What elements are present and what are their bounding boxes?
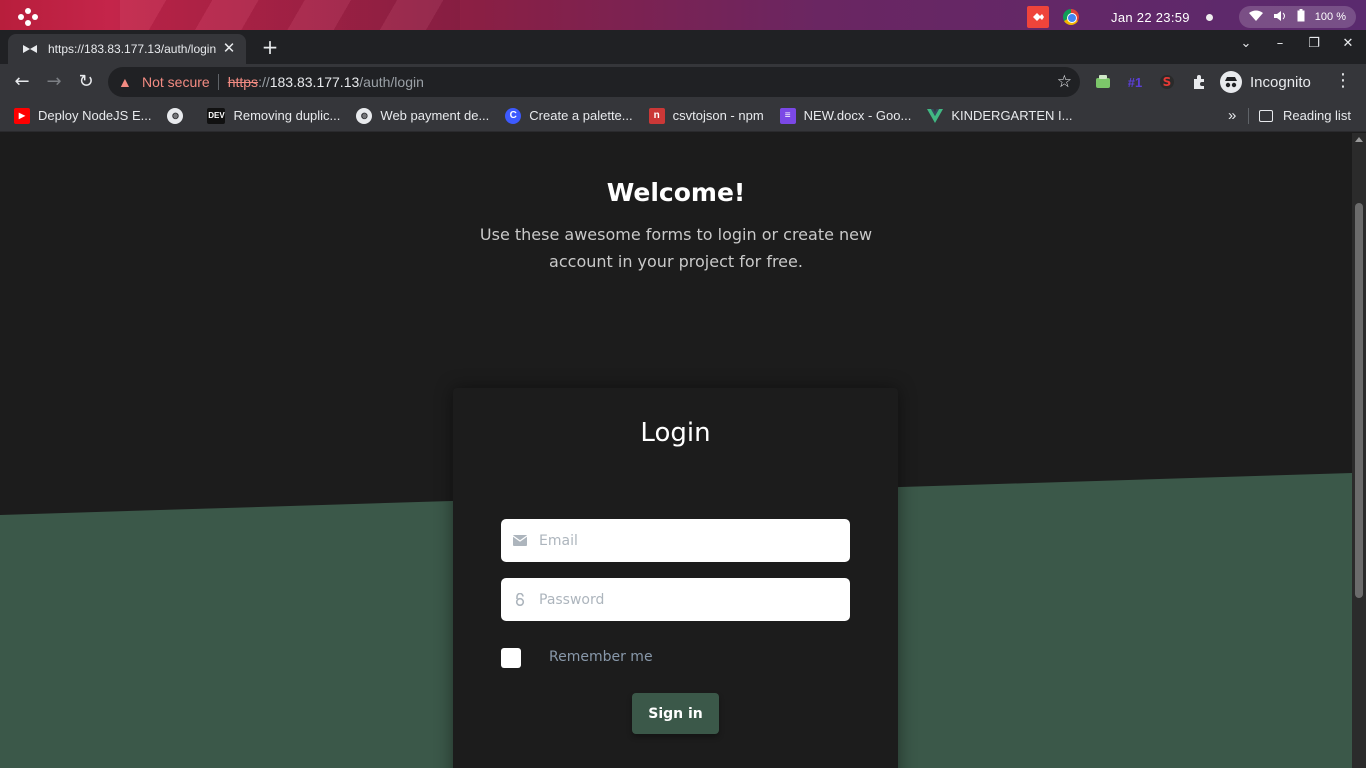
bookmark-label: Create a palette... <box>529 108 633 123</box>
remember-me-checkbox[interactable] <box>501 648 521 668</box>
npm-icon: n <box>648 107 665 124</box>
page-scrollbar[interactable] <box>1352 133 1366 768</box>
browser-tab[interactable]: https://183.83.177.13/auth/login ✕ <box>8 34 246 64</box>
anydesk-icon[interactable] <box>1027 6 1050 28</box>
bookmark-item[interactable]: n csvtojson - npm <box>648 107 764 124</box>
docs-icon: ≡ <box>779 107 796 124</box>
tab-title: https://183.83.177.13/auth/login <box>48 42 217 56</box>
notification-dot <box>1205 13 1213 21</box>
page-content: Welcome! Use these awesome forms to logi… <box>0 133 1352 768</box>
bookmark-label: Removing duplic... <box>233 108 341 123</box>
not-secure-label[interactable]: Not secure <box>142 74 210 90</box>
tab-search-icon[interactable]: ⌄ <box>1238 36 1254 51</box>
chrome-menu-icon[interactable]: ⋮ <box>1334 70 1352 91</box>
scroll-up-arrow-icon[interactable] <box>1355 137 1363 142</box>
forward-arrow-icon[interactable]: → <box>42 70 66 94</box>
maximize-icon[interactable]: ❐ <box>1306 36 1322 51</box>
chrome-icon[interactable] <box>1063 9 1080 25</box>
globe-icon: ◍ <box>356 107 373 124</box>
coolors-icon: C <box>505 107 522 124</box>
extension-red-s-icon[interactable]: S <box>1157 72 1177 92</box>
tab-strip: https://183.83.177.13/auth/login ✕ + ⌄ –… <box>0 30 1366 64</box>
password-input[interactable] <box>539 591 829 608</box>
address-bar[interactable]: ▲ Not secure https :// 183.83.177.13 /au… <box>108 67 1080 97</box>
extension-green-icon[interactable] <box>1093 72 1113 92</box>
extensions-puzzle-icon[interactable] <box>1189 72 1209 92</box>
address-divider <box>217 74 219 90</box>
email-field[interactable] <box>501 519 850 562</box>
volume-icon <box>1273 10 1287 25</box>
remember-me-label[interactable]: Remember me <box>549 649 653 665</box>
svg-text:S: S <box>1163 75 1172 89</box>
lock-icon <box>513 593 527 607</box>
welcome-heading: Welcome! <box>606 178 746 207</box>
extension-badge-icon[interactable]: #1 <box>1125 72 1145 92</box>
bookmark-label: csvtojson - npm <box>672 108 764 123</box>
bookmark-item[interactable]: DEV Removing duplic... <box>207 107 341 124</box>
os-menu-icon[interactable] <box>16 7 40 27</box>
globe-icon: ◍ <box>167 107 184 124</box>
envelope-icon <box>513 534 527 548</box>
bookmark-item[interactable]: KINDERGARTEN I... <box>927 108 1072 124</box>
password-field[interactable] <box>501 578 850 621</box>
reload-icon[interactable]: ↻ <box>74 70 98 94</box>
bookmark-item[interactable]: ▶ Deploy NodeJS E... <box>14 107 152 124</box>
incognito-label: Incognito <box>1250 73 1311 91</box>
reading-list-icon <box>1259 109 1273 122</box>
sign-in-button[interactable]: Sign in <box>632 693 719 734</box>
bookmark-item[interactable]: C Create a palette... <box>505 107 633 124</box>
bookmark-item[interactable]: ◍ Web payment de... <box>356 107 490 124</box>
url-host: 183.83.177.13 <box>269 74 360 90</box>
close-window-icon[interactable]: ✕ <box>1340 36 1356 51</box>
warning-icon[interactable]: ▲ <box>118 74 134 90</box>
bookmark-label: Web payment de... <box>380 108 490 123</box>
bookmark-label: Deploy NodeJS E... <box>38 108 152 123</box>
bookmark-star-icon[interactable]: ☆ <box>1057 72 1072 92</box>
battery-icon <box>1297 9 1305 25</box>
reading-list-label: Reading list <box>1283 108 1351 123</box>
minimize-icon[interactable]: – <box>1272 36 1288 51</box>
back-arrow-icon[interactable]: ← <box>10 70 34 94</box>
browser-toolbar: ← → ↻ ▲ Not secure https :// 183.83.177.… <box>0 64 1366 100</box>
bookmark-label: NEW.docx - Goo... <box>803 108 912 123</box>
system-tray[interactable]: 100 % <box>1238 6 1356 28</box>
wifi-icon <box>1248 10 1263 25</box>
welcome-subtitle: Use these awesome forms to login or crea… <box>479 225 873 271</box>
new-tab-button[interactable]: + <box>258 36 282 58</box>
battery-percent: 100 % <box>1314 11 1346 23</box>
login-title: Login <box>640 418 711 448</box>
vue-icon <box>927 108 944 124</box>
reading-list-button[interactable]: Reading list <box>1259 108 1351 123</box>
bookmarks-divider <box>1248 108 1249 124</box>
login-card: Login Remember me Sign in <box>453 388 898 768</box>
clock[interactable]: Jan 22 23:59 <box>1111 10 1190 25</box>
url-path: /auth/login <box>359 74 424 90</box>
bookmarks-overflow-icon[interactable]: » <box>1228 107 1236 124</box>
youtube-icon: ▶ <box>14 107 30 124</box>
email-input[interactable] <box>539 532 829 549</box>
dev-icon: DEV <box>207 107 226 124</box>
bookmark-item[interactable]: ◍ <box>167 107 191 124</box>
incognito-indicator[interactable]: Incognito <box>1216 68 1328 96</box>
scrollbar-thumb[interactable] <box>1355 203 1363 598</box>
incognito-icon <box>1220 71 1242 93</box>
bow-tie-favicon-icon <box>22 41 38 57</box>
bookmark-item[interactable]: ≡ NEW.docx - Goo... <box>779 107 912 124</box>
url-scheme: https <box>227 74 259 90</box>
os-top-bar: Jan 22 23:59 100 % <box>0 0 1366 34</box>
bookmarks-bar: ▶ Deploy NodeJS E... ◍ DEV Removing dupl… <box>0 100 1366 132</box>
bookmark-label: KINDERGARTEN I... <box>951 108 1073 123</box>
url-separator: :// <box>258 74 270 90</box>
tab-close-icon[interactable]: ✕ <box>220 40 238 58</box>
